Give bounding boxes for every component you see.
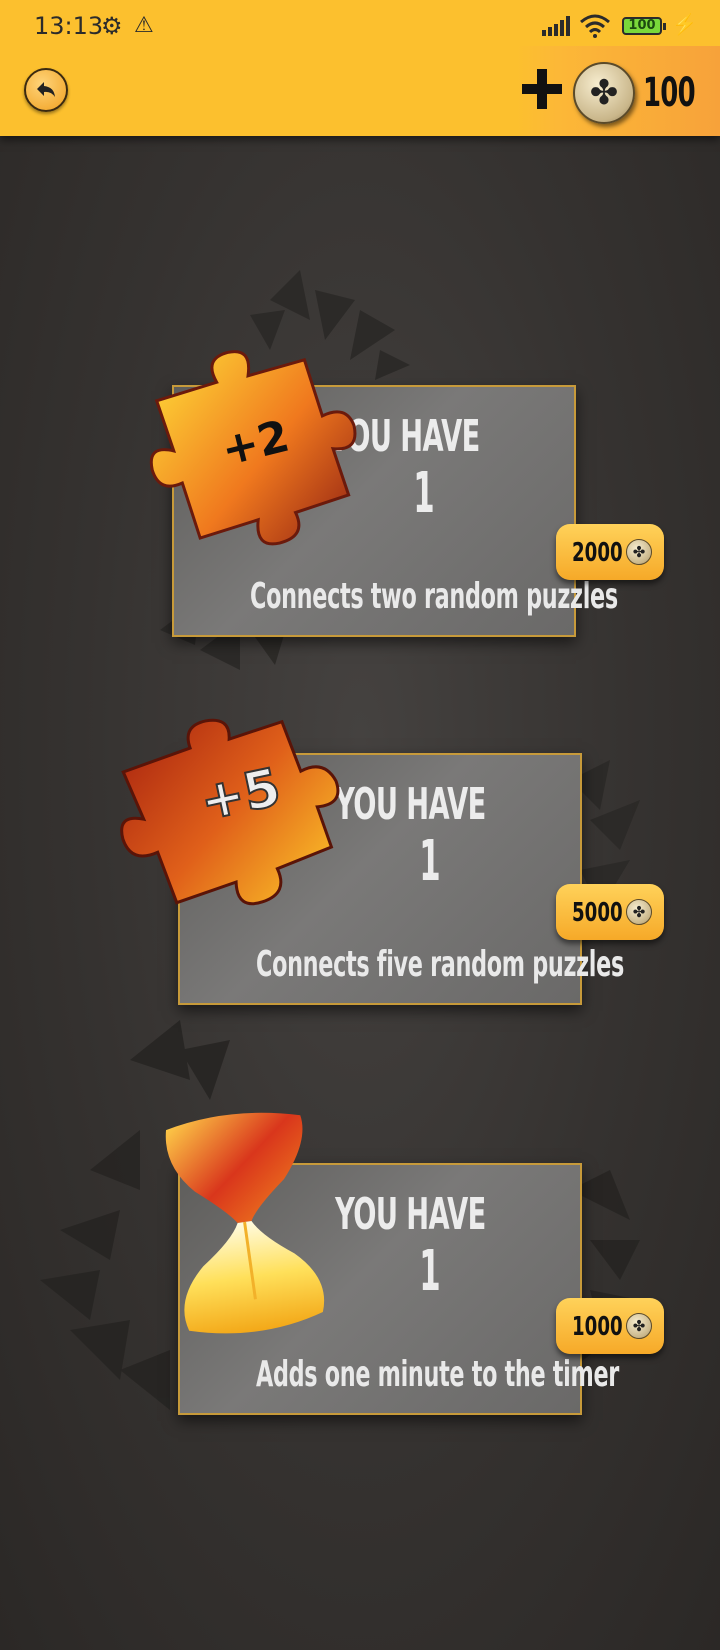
booster-count: 1 xyxy=(419,1239,441,1304)
wifi-icon xyxy=(580,14,610,38)
puzzle-coin-icon: ✤ xyxy=(573,62,635,124)
buy-button-connect-five[interactable]: 5000 ✤ xyxy=(556,884,664,940)
battery-level: 100 xyxy=(628,18,656,33)
back-button[interactable] xyxy=(24,68,68,112)
plus-icon[interactable] xyxy=(520,67,564,111)
top-bar: 13:13 ⚙ ⚠ 100 ⚡ ✤ 100 xyxy=(0,0,720,136)
gear-icon: ⚙ xyxy=(101,13,123,40)
booster-description: Connects two random puzzles xyxy=(250,576,618,617)
puzzle-piece-icon: +2 xyxy=(149,350,357,546)
price-value: 1000 xyxy=(572,1312,623,1342)
you-have-label: YOU HAVE xyxy=(335,1189,486,1240)
booster-count: 1 xyxy=(413,461,435,526)
puzzle-piece-icon: +5 xyxy=(120,718,340,906)
status-time: 13:13 xyxy=(34,12,104,40)
charging-icon: ⚡ xyxy=(672,14,697,36)
booster-count: 1 xyxy=(419,829,441,894)
hourglass-icon xyxy=(165,1112,325,1334)
coin-balance: 100 xyxy=(643,70,696,116)
back-arrow-icon xyxy=(37,82,55,97)
signal-icon xyxy=(542,16,570,36)
buy-button-connect-two[interactable]: 2000 ✤ xyxy=(556,524,664,580)
booster-description: Connects five random puzzles xyxy=(256,944,624,985)
battery-icon: 100 xyxy=(622,17,666,35)
buy-button-add-minute[interactable]: 1000 ✤ xyxy=(556,1298,664,1354)
puzzle-coin-icon: ✤ xyxy=(626,1313,652,1339)
puzzle-coin-icon: ✤ xyxy=(626,539,652,565)
booster-description: Adds one minute to the timer xyxy=(256,1354,619,1395)
price-value: 5000 xyxy=(572,898,623,928)
warning-icon: ⚠ xyxy=(134,12,154,37)
price-value: 2000 xyxy=(572,538,623,568)
puzzle-coin-icon: ✤ xyxy=(626,899,652,925)
